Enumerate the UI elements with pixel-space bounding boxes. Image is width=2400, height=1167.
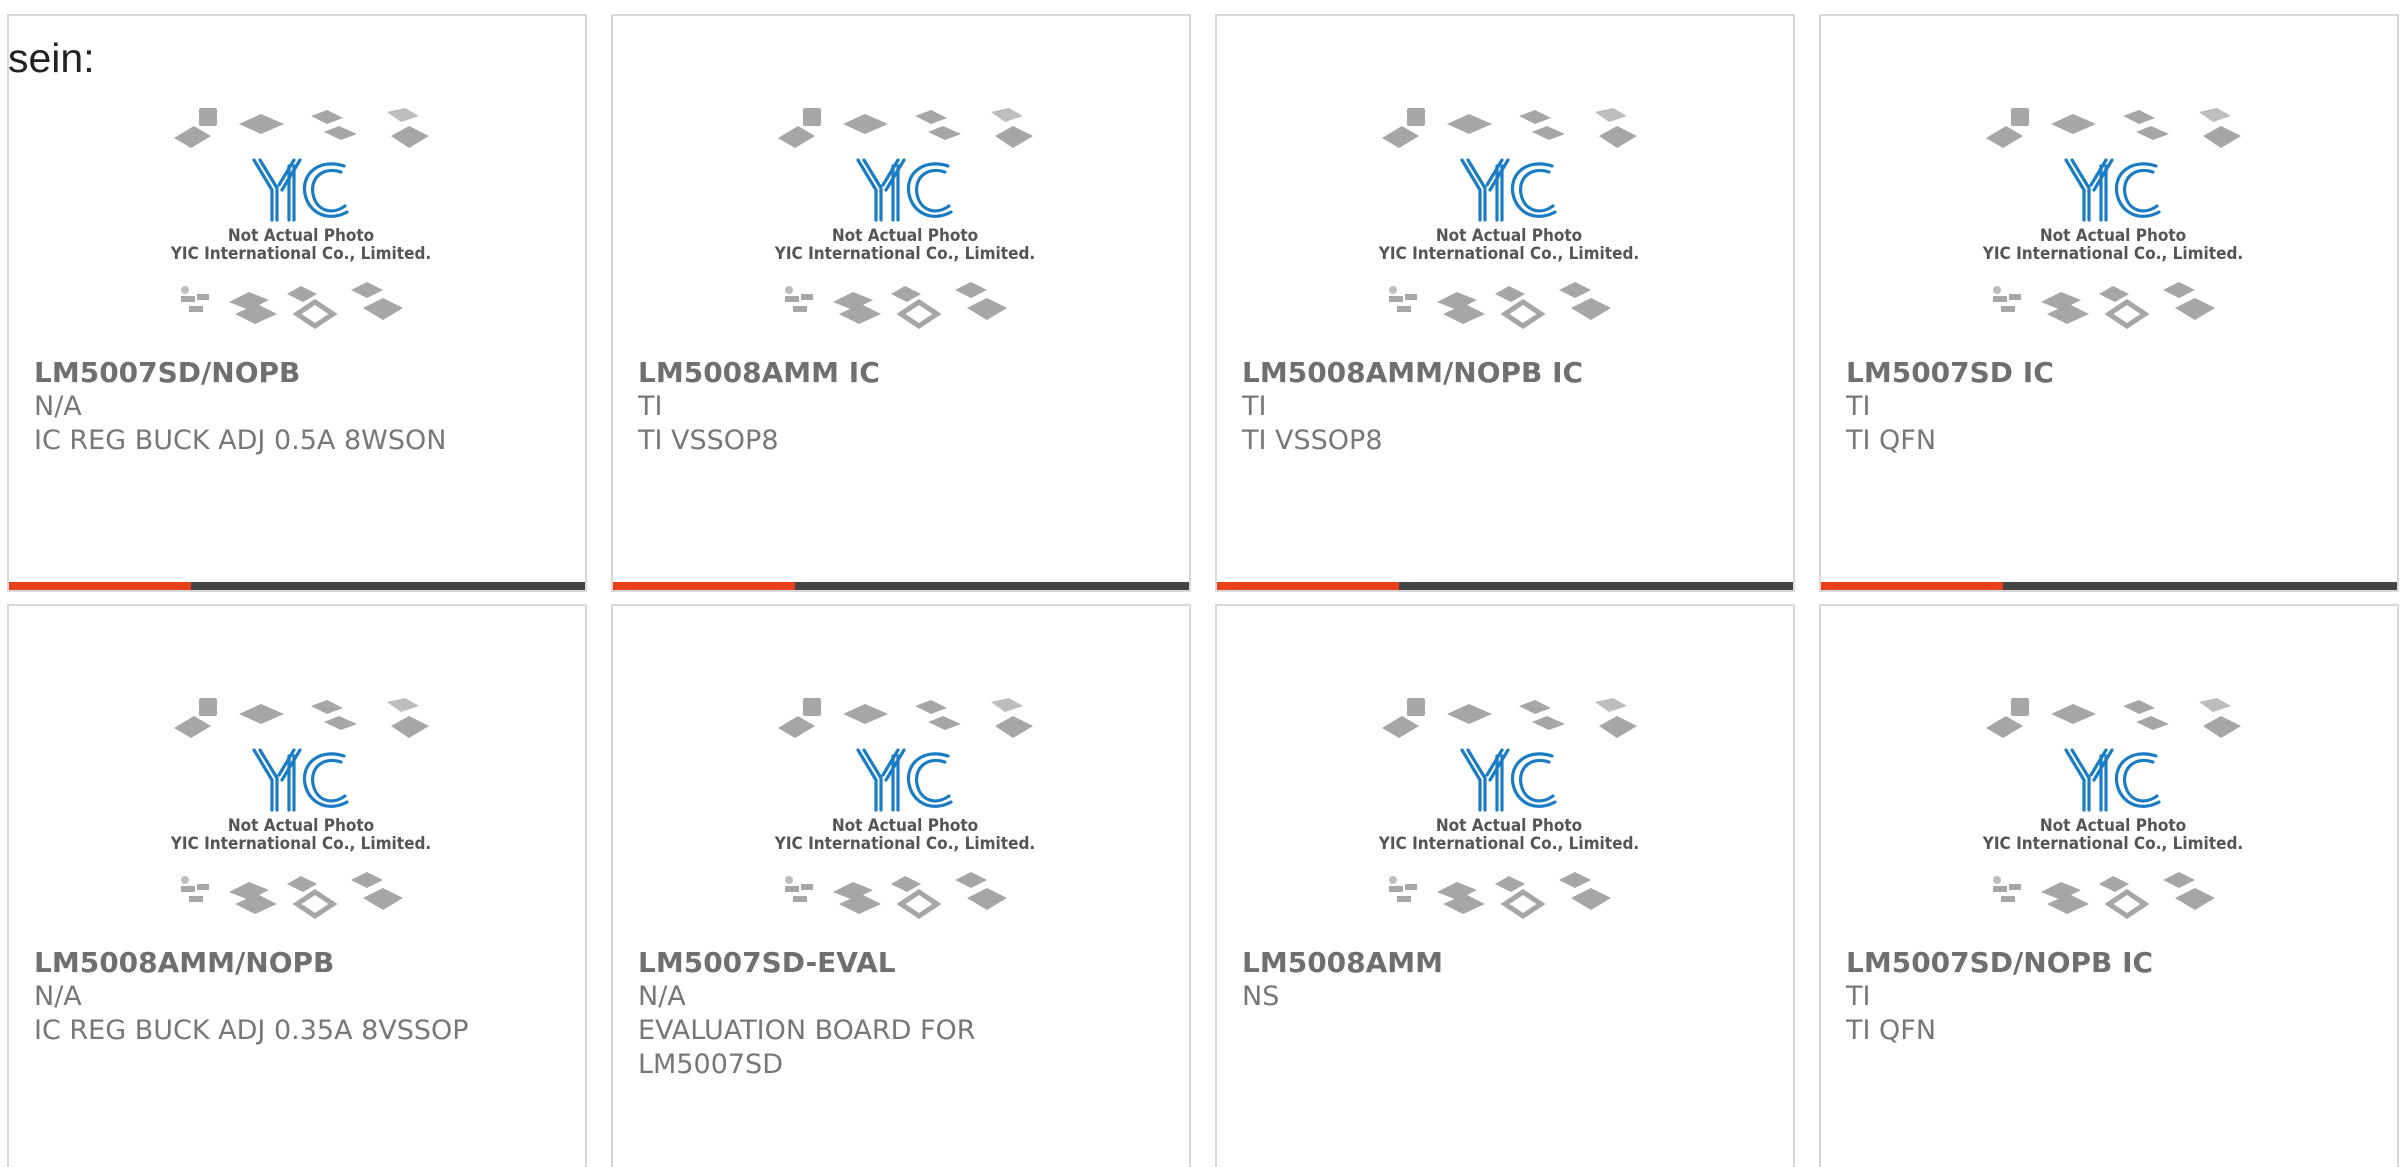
description-text: IC REG BUCK ADJ 0.5A 8WSON [34,425,447,456]
chip-row-bottom-icon [1993,282,2215,330]
product-placeholder-image[interactable]: Not Actual Photo YIC International Co., … [773,102,1038,342]
chip-row-top-icon [1986,698,2241,738]
placeholder-caption-line2: YIC International Co., Limited. [1378,834,1639,854]
product-card[interactable]: Not Actual Photo YIC International Co., … [1215,604,1795,1167]
product-info: LM5008AMM/NOPB N/A IC REG BUCK ADJ 0.35A 8… [34,946,565,1048]
manufacturer-text: TI [1846,981,1871,1012]
chip-row-bottom-icon [785,872,1007,920]
product-info: LM5008AMM NS [1242,946,1773,1014]
description-text: EVALUATION BOARD FOR [638,1015,976,1046]
manufacturer-text: TI [638,391,663,422]
yic-logo-icon [252,158,349,222]
description-text: TI VSSOP8 [638,425,779,456]
product-placeholder-image[interactable]: Not Actual Photo YIC International Co., … [169,102,434,342]
card-accent-bar [1821,582,2003,590]
description-text: TI QFN [1846,425,1937,456]
part-number-link[interactable]: LM5007SD-EVAL [638,946,1169,980]
manufacturer-text: N/A [34,391,82,422]
placeholder-caption-line1: Not Actual Photo [2040,226,2186,246]
part-number-link[interactable]: LM5008AMM/NOPB IC [1242,356,1773,390]
yic-logo-icon [1460,748,1557,812]
manufacturer-text: TI [1242,391,1267,422]
product-placeholder-image[interactable]: Not Actual Photo YIC International Co., … [1981,102,2246,342]
part-number-link[interactable]: LM5007SD/NOPB [34,356,565,390]
chip-row-top-icon [778,108,1033,148]
chip-row-bottom-icon [181,872,403,920]
card-bottom-bar [9,582,585,590]
product-info: LM5007SD IC TI TI QFN [1846,356,2377,458]
product-card[interactable]: Not Actual Photo YIC International Co., … [611,604,1191,1167]
manufacturer-text: N/A [34,981,82,1012]
chip-row-top-icon [174,108,429,148]
part-number-link[interactable]: LM5008AMM/NOPB [34,946,565,980]
description-text: IC REG BUCK ADJ 0.35A 8VSSOP [34,1015,469,1046]
card-bottom-bar [1821,582,2397,590]
chip-row-bottom-icon [1389,282,1611,330]
part-number-link[interactable]: LM5007SD IC [1846,356,2377,390]
chip-row-bottom-icon [1389,872,1611,920]
manufacturer-text: NS [1242,981,1280,1012]
card-accent-bar [613,582,795,590]
part-number-link[interactable]: LM5008AMM [1242,946,1773,980]
chip-row-bottom-icon [1993,872,2215,920]
card-accent-bar [1217,582,1399,590]
placeholder-caption-line1: Not Actual Photo [2040,816,2186,836]
product-grid-page: sein: Not Actual Photo YIC International… [0,0,2400,1167]
description-text: TI QFN [1846,1015,1937,1046]
yic-logo-icon [252,748,349,812]
product-card[interactable]: Not Actual Photo YIC International Co., … [1215,14,1795,592]
chip-row-bottom-icon [181,282,403,330]
placeholder-caption-line1: Not Actual Photo [832,816,978,836]
placeholder-caption-line1: Not Actual Photo [832,226,978,246]
part-number-link[interactable]: LM5007SD/NOPB IC [1846,946,2377,980]
placeholder-caption-line1: Not Actual Photo [1436,816,1582,836]
product-placeholder-image[interactable]: Not Actual Photo YIC International Co., … [169,692,434,932]
placeholder-caption-line2: YIC International Co., Limited. [1378,244,1639,264]
yic-logo-icon [2064,748,2161,812]
intro-text: sein: [8,35,95,81]
product-placeholder-image[interactable]: Not Actual Photo YIC International Co., … [1377,692,1642,932]
product-info: LM5008AMM IC TI TI VSSOP8 [638,356,1169,458]
manufacturer-text: N/A [638,981,686,1012]
card-accent-bar [9,582,191,590]
product-card[interactable]: Not Actual Photo YIC International Co., … [7,14,587,592]
product-placeholder-image[interactable]: Not Actual Photo YIC International Co., … [773,692,1038,932]
placeholder-caption-line2: YIC International Co., Limited. [774,834,1035,854]
product-placeholder-image[interactable]: Not Actual Photo YIC International Co., … [1377,102,1642,342]
description-text-continued: LM5007SD [638,1049,783,1080]
yic-logo-icon [856,748,953,812]
manufacturer-text: TI [1846,391,1871,422]
placeholder-caption-line2: YIC International Co., Limited. [774,244,1035,264]
chip-row-top-icon [174,698,429,738]
product-info: LM5007SD-EVAL N/A EVALUATION BOARD FOR LM50… [638,946,1169,1082]
placeholder-caption-line2: YIC International Co., Limited. [1982,834,2243,854]
placeholder-caption-line2: YIC International Co., Limited. [170,244,431,264]
product-card[interactable]: Not Actual Photo YIC International Co., … [1819,604,2399,1167]
yic-logo-icon [856,158,953,222]
chip-row-top-icon [1382,108,1637,148]
product-card[interactable]: Not Actual Photo YIC International Co., … [611,14,1191,592]
chip-row-top-icon [778,698,1033,738]
card-bottom-bar [613,582,1189,590]
placeholder-caption-line1: Not Actual Photo [1436,226,1582,246]
product-info: LM5007SD/NOPB IC TI TI QFN [1846,946,2377,1048]
product-info: LM5007SD/NOPB N/A IC REG BUCK ADJ 0.5A 8WS… [34,356,565,458]
product-card[interactable]: Not Actual Photo YIC International Co., … [7,604,587,1167]
placeholder-caption-line1: Not Actual Photo [228,226,374,246]
chip-row-top-icon [1986,108,2241,148]
card-bottom-bar [1217,582,1793,590]
yic-logo-icon [2064,158,2161,222]
placeholder-caption-line2: YIC International Co., Limited. [1982,244,2243,264]
yic-logo-icon [1460,158,1557,222]
product-info: LM5008AMM/NOPB IC TI TI VSSOP8 [1242,356,1773,458]
chip-row-bottom-icon [785,282,1007,330]
product-placeholder-image[interactable]: Not Actual Photo YIC International Co., … [1981,692,2246,932]
description-text: TI VSSOP8 [1242,425,1383,456]
product-card[interactable]: Not Actual Photo YIC International Co., … [1819,14,2399,592]
chip-row-top-icon [1382,698,1637,738]
placeholder-caption-line1: Not Actual Photo [228,816,374,836]
placeholder-caption-line2: YIC International Co., Limited. [170,834,431,854]
part-number-link[interactable]: LM5008AMM IC [638,356,1169,390]
